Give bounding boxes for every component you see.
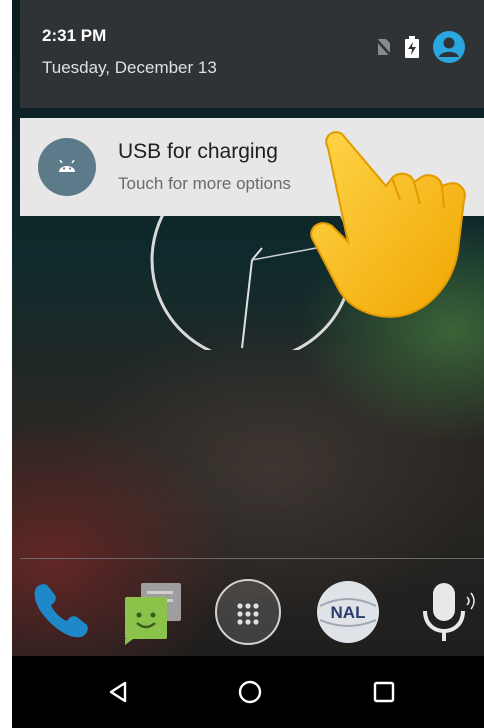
- phone-screen: 2:31 PM Tuesday, December 13 USB for cha…: [12, 0, 484, 728]
- shade-date: Tuesday, December 13: [42, 58, 217, 77]
- notification-shade-header[interactable]: 2:31 PM Tuesday, December 13: [20, 0, 484, 108]
- home-icon[interactable]: [228, 670, 272, 714]
- app-dock: NAL: [12, 572, 484, 652]
- no-sim-icon: [375, 38, 392, 57]
- shade-status-icons: [374, 30, 466, 64]
- navigation-bar: [12, 656, 484, 728]
- pointing-hand-icon: [310, 131, 466, 318]
- back-icon[interactable]: [96, 670, 140, 714]
- recents-icon[interactable]: [362, 670, 406, 714]
- phone-icon[interactable]: [20, 572, 100, 652]
- account-icon[interactable]: [432, 30, 466, 64]
- battery-charging-icon: [405, 36, 419, 58]
- clock-minute-hand: [241, 259, 253, 349]
- android-icon: [38, 138, 96, 196]
- voice-search-icon[interactable]: [404, 572, 484, 652]
- shade-time: 2:31 PM: [42, 26, 107, 45]
- messaging-icon[interactable]: [112, 572, 192, 652]
- app-drawer-icon[interactable]: [208, 572, 288, 652]
- notification-title: USB for charging: [118, 140, 278, 163]
- browser-icon[interactable]: NAL: [308, 572, 388, 652]
- notification-subtitle: Touch for more options: [118, 174, 291, 193]
- dock-divider: [20, 558, 484, 559]
- browser-logo-text: NAL: [331, 603, 366, 622]
